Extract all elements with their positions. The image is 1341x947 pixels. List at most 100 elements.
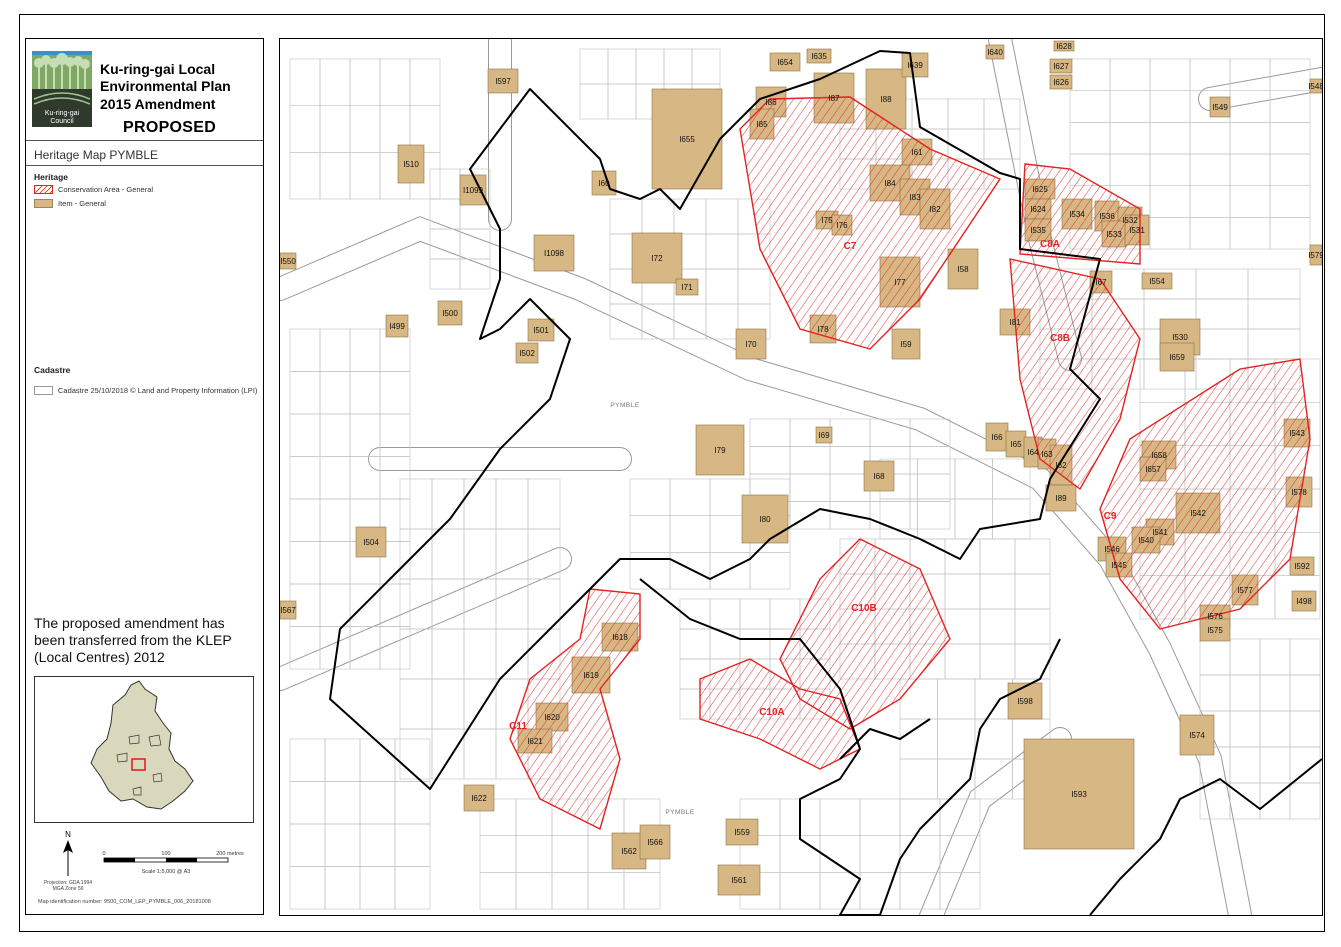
heritage-item-label: I576 (1207, 612, 1223, 621)
heritage-item-label: I87 (828, 94, 840, 103)
heritage-item-label: I578 (1291, 488, 1307, 497)
heritage-item-label: I543 (1289, 429, 1305, 438)
heritage-item-label: I592 (1294, 562, 1310, 571)
heritage-item-label: I1099 (463, 186, 484, 195)
title-line-2: Environmental Plan (100, 78, 231, 94)
heritage-item-label: I76 (836, 221, 848, 230)
heritage-item-label: I598 (1017, 697, 1033, 706)
heritage-item-label: I562 (621, 847, 637, 856)
heritage-item-label: I540 (1138, 536, 1154, 545)
locator-inset-map (34, 676, 254, 823)
heritage-item-label: I550 (280, 257, 296, 266)
conservation-area-label: C10A (759, 707, 785, 718)
heritage-item-label: I579 (1308, 251, 1322, 260)
heritage-item-label: I60 (598, 179, 610, 188)
heritage-item-label: I531 (1129, 226, 1145, 235)
heritage-item-label: I559 (734, 828, 750, 837)
heritage-item-label: I72 (651, 254, 663, 263)
map-canvas[interactable]: C7 C8A C8B C9 C10A C10B C11 I635 I654 I640 I628 I62… (280, 39, 1322, 915)
heritage-item-label: I593 (1071, 790, 1087, 799)
heritage-item-label: I625 (1032, 185, 1048, 194)
heritage-item-label: I89 (1055, 494, 1067, 503)
heritage-item-label: I548 (1308, 82, 1322, 91)
heritage-item-label: I619 (583, 671, 599, 680)
north-arrow-icon: N Projection: GDA 1994 MGA Zone 56 (44, 830, 92, 892)
svg-text:0: 0 (102, 851, 105, 857)
heritage-item-label: I65 (1010, 440, 1022, 449)
svg-text:200 metres: 200 metres (216, 851, 244, 857)
svg-text:Scale 1:5,000 @ A3: Scale 1:5,000 @ A3 (142, 869, 191, 875)
status-label: PROPOSED (123, 119, 217, 136)
heritage-item-label: I657 (1145, 465, 1161, 474)
heritage-item-label: I541 (1152, 528, 1168, 537)
svg-text:100: 100 (161, 851, 170, 857)
scale-bar: 0 100 200 metres Scale 1:5,000 @ A3 (102, 851, 244, 875)
svg-text:Ku-ring-gai: Ku-ring-gai (45, 110, 80, 117)
heritage-item-label: I77 (894, 278, 906, 287)
heritage-item-label: I639 (907, 61, 923, 70)
legend-panel: Ku-ring-gai Council Ku-ring-gai Local En… (25, 38, 264, 915)
conservation-area-label: C9 (1104, 511, 1117, 522)
map-title: Heritage Map PYMBLE (34, 148, 159, 162)
heritage-item-label: I640 (987, 48, 1003, 57)
heritage-item-label: I84 (884, 179, 896, 188)
heritage-item-label: I549 (1212, 103, 1228, 112)
heritage-map[interactable]: C7 C8A C8B C9 C10A C10B C11 I635 I654 I640 I628 I62… (279, 38, 1323, 916)
tan-swatch-icon (34, 198, 53, 208)
heritage-item-label: I635 (811, 52, 827, 61)
heritage-item-label: I86 (765, 98, 777, 107)
heritage-item-label: I618 (612, 633, 628, 642)
conservation-area-label: C8B (1050, 333, 1070, 344)
conservation-area-label: C10B (851, 603, 877, 614)
title-line-1: Ku-ring-gai Local (100, 61, 216, 77)
legend-item-heritage: Item - General (34, 197, 106, 209)
title-line-3: 2015 Amendment (100, 96, 216, 112)
place-label: PYMBLE (610, 402, 640, 409)
heritage-item-label: I499 (389, 322, 405, 331)
heritage-item-label: I500 (442, 309, 458, 318)
heritage-item-label: I498 (1296, 597, 1312, 606)
heritage-item-label: I75 (821, 216, 833, 225)
heritage-item-label: I1098 (544, 249, 565, 258)
heritage-item-label: I554 (1149, 277, 1165, 286)
svg-text:N: N (65, 830, 71, 839)
heritage-item-label: I622 (471, 794, 487, 803)
heritage-item-label: I532 (1122, 216, 1138, 225)
heritage-item-label: I64 (1027, 448, 1039, 457)
heritage-item-label: I628 (1056, 42, 1072, 51)
divider (26, 165, 263, 166)
heritage-item-label: I597 (495, 77, 511, 86)
conservation-area-label: C7 (844, 241, 857, 252)
heritage-item-label: I533 (1106, 230, 1122, 239)
heritage-item-label: I501 (533, 326, 549, 335)
heritage-item-label: I69 (818, 431, 830, 440)
heritage-item-label: I627 (1053, 62, 1069, 71)
heritage-item-label: I70 (745, 340, 757, 349)
heritage-item-label: I561 (731, 876, 747, 885)
heritage-item-label: I79 (714, 446, 726, 455)
heritage-item-label: I575 (1207, 626, 1223, 635)
heritage-item-label: I502 (519, 349, 535, 358)
heritage-item-label: I534 (1069, 210, 1085, 219)
cadastre-swatch-icon (34, 385, 53, 395)
heritage-item-label: I504 (363, 538, 379, 547)
heritage-item-label: I82 (929, 205, 941, 214)
svg-text:Council: Council (50, 118, 74, 125)
heritage-item-label: I58 (957, 265, 969, 274)
legend-cadastre-heading: Cadastre (34, 365, 71, 375)
heritage-item-label: I61 (911, 148, 923, 157)
heritage-item-label: I59 (900, 340, 912, 349)
map-id: Map identification number: 9500_COM_LEP_… (38, 899, 211, 905)
heritage-item-label: I536 (1099, 212, 1115, 221)
heritage-item-label: I545 (1111, 561, 1127, 570)
heritage-item-label: I654 (777, 58, 793, 67)
amendment-note: The proposed amendment has been transfer… (34, 615, 232, 665)
heritage-item-label: I510 (403, 160, 419, 169)
heritage-item-label: I535 (1030, 226, 1046, 235)
conservation-area-label: C8A (1040, 239, 1060, 250)
place-label: PYMBLE (665, 809, 695, 816)
heritage-item-label: I85 (756, 120, 768, 129)
heritage-item-label: I567 (280, 606, 296, 615)
heritage-item-label: I80 (759, 515, 771, 524)
heritage-item-label: I83 (909, 193, 921, 202)
